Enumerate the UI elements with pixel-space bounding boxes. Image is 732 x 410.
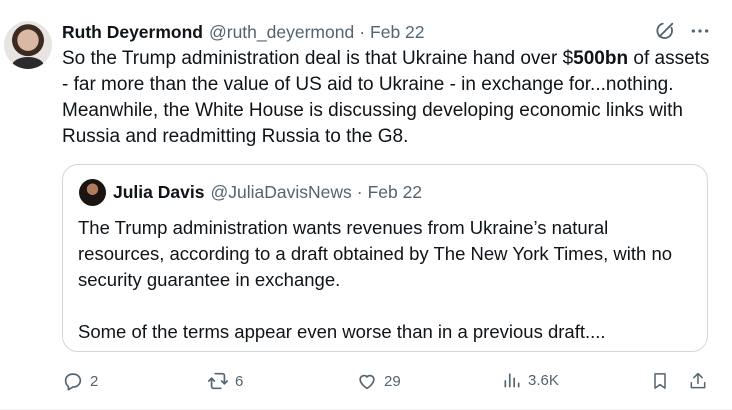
like-count: 29	[384, 372, 401, 390]
reply-button[interactable]: 2	[62, 370, 98, 392]
separator: ·	[356, 182, 363, 202]
quote-author-name[interactable]: Julia Davis	[113, 182, 204, 203]
views-button[interactable]: 3.6K	[502, 370, 559, 390]
like-icon	[356, 370, 378, 392]
quote-text: The Trump administration wants revenues …	[78, 215, 693, 345]
views-count: 3.6K	[528, 371, 559, 389]
grok-icon[interactable]	[654, 20, 676, 42]
share-button[interactable]	[688, 370, 708, 392]
reply-icon	[62, 370, 84, 392]
bookmark-button[interactable]	[650, 370, 670, 392]
author-name[interactable]: Ruth Deyermond	[62, 22, 203, 43]
quote-avatar[interactable]	[79, 179, 106, 206]
like-button[interactable]: 29	[356, 370, 401, 392]
views-icon	[502, 370, 522, 390]
more-icon[interactable]	[690, 21, 710, 41]
post-header: Ruth Deyermond @ruth_deyermond · Feb 22	[62, 21, 425, 43]
quote-paragraph: The Trump administration wants revenues …	[78, 217, 673, 290]
repost-count: 6	[235, 372, 244, 390]
quote-paragraph: Some of the terms appear even worse than…	[78, 321, 606, 342]
quote-date[interactable]: Feb 22	[368, 182, 422, 203]
action-bar: 2 6 29 3.6K	[62, 370, 712, 394]
repost-icon	[207, 370, 229, 392]
quote-author-handle[interactable]: @JuliaDavisNews	[210, 182, 351, 203]
share-icon	[688, 370, 708, 392]
author-handle[interactable]: @ruth_deyermond	[209, 22, 354, 43]
bookmark-icon	[650, 370, 670, 392]
quoted-post[interactable]: Julia Davis @JuliaDavisNews · Feb 22 The…	[62, 164, 708, 352]
repost-button[interactable]: 6	[207, 370, 243, 392]
post[interactable]: Ruth Deyermond @ruth_deyermond · Feb 22 …	[0, 0, 732, 410]
quote-header: Julia Davis @JuliaDavisNews · Feb 22	[113, 182, 422, 203]
post-date[interactable]: Feb 22	[370, 22, 424, 43]
reply-count: 2	[90, 372, 99, 390]
post-text-bold: 500bn	[573, 48, 629, 69]
avatar[interactable]	[4, 21, 52, 69]
separator: ·	[359, 21, 366, 42]
post-text-part: So the Trump administration deal is that…	[62, 48, 574, 69]
top-actions	[654, 20, 710, 42]
post-text: So the Trump administration deal is that…	[62, 46, 712, 150]
